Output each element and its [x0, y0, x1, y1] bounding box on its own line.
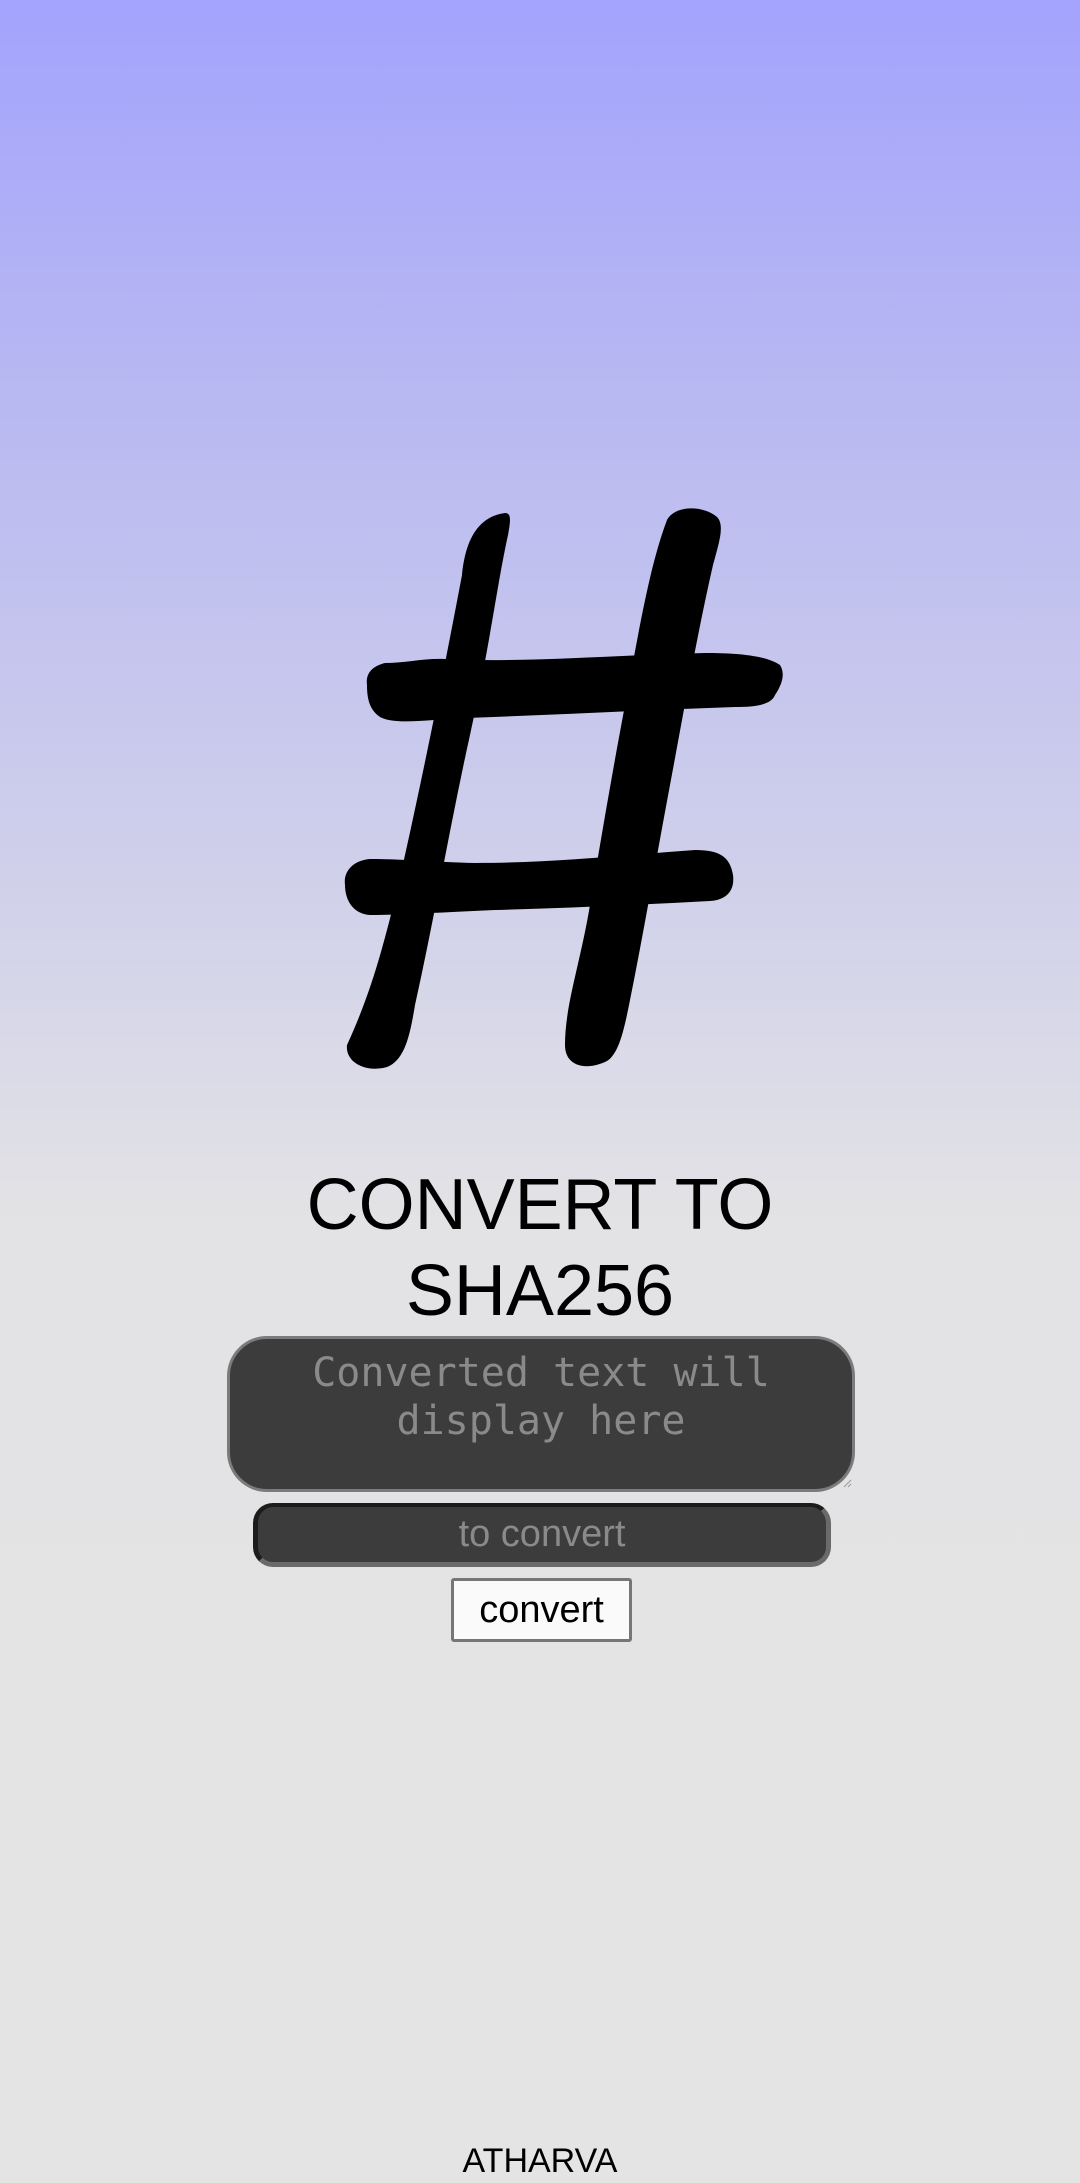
footer-author: ATHARVA	[462, 2142, 618, 2180]
resize-handle-icon[interactable]	[842, 1478, 852, 1488]
text-to-convert-input[interactable]	[253, 1503, 831, 1567]
converted-output-textarea[interactable]	[227, 1336, 855, 1492]
page-title: CONVERT TO SHA256	[140, 1162, 940, 1334]
page-title-line-1: CONVERT TO	[306, 1165, 774, 1245]
hash-icon	[344, 508, 783, 1069]
page-title-line-2: SHA256	[405, 1251, 675, 1331]
convert-button[interactable]: convert	[451, 1578, 632, 1642]
